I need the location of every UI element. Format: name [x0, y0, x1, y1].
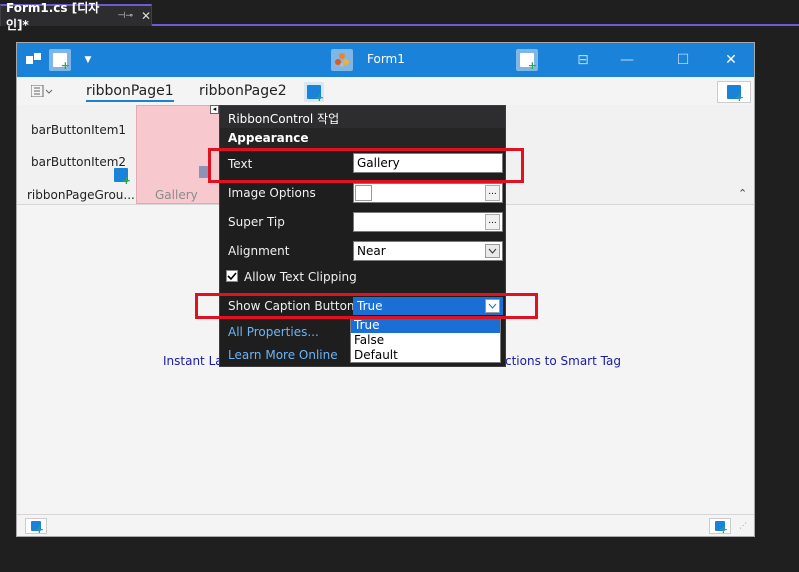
- close-icon[interactable]: ✕: [141, 9, 151, 23]
- form-app-icon: [331, 49, 353, 71]
- chevron-down-icon[interactable]: [485, 244, 500, 258]
- bar-button-item-2[interactable]: barButtonItem2: [31, 155, 126, 169]
- dropdown-option-false[interactable]: False: [351, 333, 500, 348]
- image-options-ellipsis-button[interactable]: ...: [485, 185, 500, 201]
- smart-tag-hint[interactable]: ctions to Smart Tag: [505, 354, 621, 368]
- form-statusbar: ⋰: [17, 514, 754, 536]
- alignment-label: Alignment: [228, 244, 290, 258]
- super-tip-label: Super Tip: [228, 215, 285, 229]
- image-options-field[interactable]: ...: [353, 183, 503, 203]
- bar-button-item-1[interactable]: barButtonItem1: [31, 123, 126, 137]
- document-tab-form1[interactable]: Form1.cs [디자인]* ⊣⊸ ✕: [0, 1, 152, 32]
- panel-section-appearance: Appearance: [220, 128, 505, 148]
- alignment-select[interactable]: Near: [353, 241, 503, 261]
- add-page-button[interactable]: [304, 82, 324, 104]
- app-menu-icon[interactable]: [23, 49, 45, 71]
- tab-ribbonpage2[interactable]: ribbonPage2: [199, 83, 287, 99]
- maximize-icon[interactable]: ☐: [671, 49, 695, 71]
- document-tab-title: Form1.cs [디자인]*: [6, 1, 100, 32]
- collapse-ribbon-icon[interactable]: ⌃: [738, 187, 747, 200]
- learn-more-link[interactable]: Learn More Online: [228, 348, 338, 362]
- dropdown-option-true[interactable]: True: [351, 318, 500, 333]
- minimize-icon[interactable]: —: [615, 49, 639, 71]
- alignment-value: Near: [357, 244, 386, 258]
- ribbon-menu-icon[interactable]: [30, 84, 53, 100]
- add-bar-item-icon[interactable]: [114, 168, 131, 187]
- instant-layout-hint[interactable]: Instant La: [163, 354, 223, 368]
- add-item-icon: [727, 85, 744, 104]
- form-title: Form1: [367, 52, 405, 66]
- dropdown-option-default[interactable]: Default: [351, 348, 500, 363]
- quick-access-add-icon[interactable]: [49, 49, 71, 72]
- add-item-icon: [520, 53, 537, 72]
- check-icon: [227, 272, 237, 281]
- close-window-icon[interactable]: ✕: [719, 49, 743, 71]
- show-caption-dropdown-list: True False Default: [350, 317, 501, 363]
- super-tip-ellipsis-button[interactable]: ...: [485, 214, 500, 230]
- add-tab-right-button[interactable]: [717, 81, 751, 104]
- document-tabstrip: Form1.cs [디자인]* ⊣⊸ ✕: [0, 0, 799, 32]
- chevron-down-icon[interactable]: ▼: [77, 49, 99, 71]
- allow-clipping-checkbox[interactable]: [226, 270, 238, 282]
- size-grip-icon[interactable]: ⋰: [739, 521, 747, 530]
- add-item-icon: [31, 521, 44, 536]
- all-properties-link[interactable]: All Properties...: [228, 325, 319, 339]
- smart-tag-arrow-icon[interactable]: ◂: [210, 105, 219, 114]
- statusbar-add-left-button[interactable]: [25, 518, 47, 536]
- pin-icon[interactable]: ⊣⊸: [118, 11, 133, 21]
- image-preview-box: [355, 185, 372, 201]
- tab-ribbonpage1[interactable]: ribbonPage1: [86, 83, 174, 102]
- ribbon-tab-row: ribbonPage1 ribbonPage2: [17, 77, 754, 105]
- allow-clipping-label: Allow Text Clipping: [244, 270, 357, 284]
- add-item-icon: [715, 521, 728, 536]
- image-options-label: Image Options: [228, 186, 316, 200]
- layout-icon[interactable]: ⊟: [571, 49, 595, 71]
- highlight-show-caption-row: [195, 293, 538, 319]
- statusbar-add-right-button[interactable]: [709, 518, 731, 536]
- highlight-text-row: [208, 148, 524, 183]
- ribbon-page-group-caption: ribbonPageGrou...: [27, 188, 135, 202]
- gallery-caption: Gallery: [155, 188, 198, 202]
- panel-header: RibbonControl 작업: [220, 106, 505, 128]
- titlebar-add-icon[interactable]: [516, 49, 538, 72]
- super-tip-field[interactable]: ...: [353, 212, 503, 232]
- form-titlebar: ▼ Form1 ⊟ — ☐ ✕: [17, 43, 754, 77]
- add-item-icon: [307, 85, 324, 104]
- add-item-icon: [114, 168, 131, 187]
- add-item-icon: [53, 53, 70, 72]
